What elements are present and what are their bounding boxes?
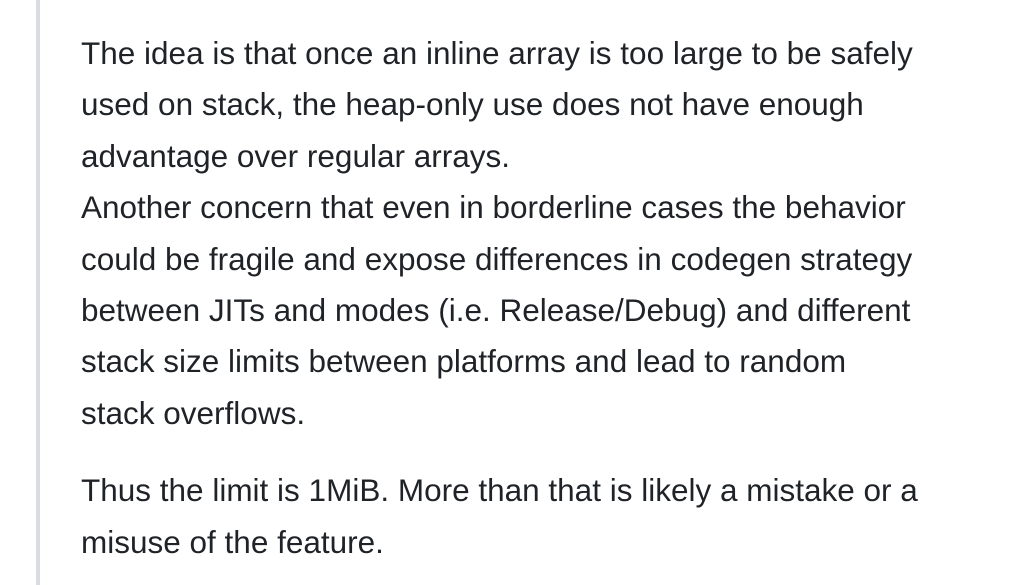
comment-body: The idea is that once an inline array is… bbox=[81, 28, 1021, 568]
comment-view: The idea is that once an inline array is… bbox=[0, 0, 1036, 585]
text-line: The idea is that once an inline array is… bbox=[81, 35, 913, 71]
text-line: Another concern that even in borderline … bbox=[81, 189, 906, 226]
text-line: stack size limits between platforms and … bbox=[81, 343, 847, 380]
comment-paragraph-2: Thus the limit is 1MiB. More than that i… bbox=[81, 465, 1021, 568]
quote-border bbox=[36, 0, 40, 585]
text-line: could be fragile and expose differences … bbox=[81, 240, 913, 277]
text-line: stack overflows. bbox=[81, 394, 306, 431]
comment-paragraph-1: The idea is that once an inline array is… bbox=[81, 28, 1021, 439]
text-line: advantage over regular arrays. bbox=[81, 137, 510, 174]
text-line: misuse of the feature. bbox=[81, 523, 384, 560]
text-line: used on stack, the heap-only use does no… bbox=[81, 86, 864, 123]
text-line: Thus the limit is 1MiB. More than that i… bbox=[81, 472, 918, 509]
text-line: between JITs and modes (i.e. Release/Deb… bbox=[81, 292, 911, 329]
